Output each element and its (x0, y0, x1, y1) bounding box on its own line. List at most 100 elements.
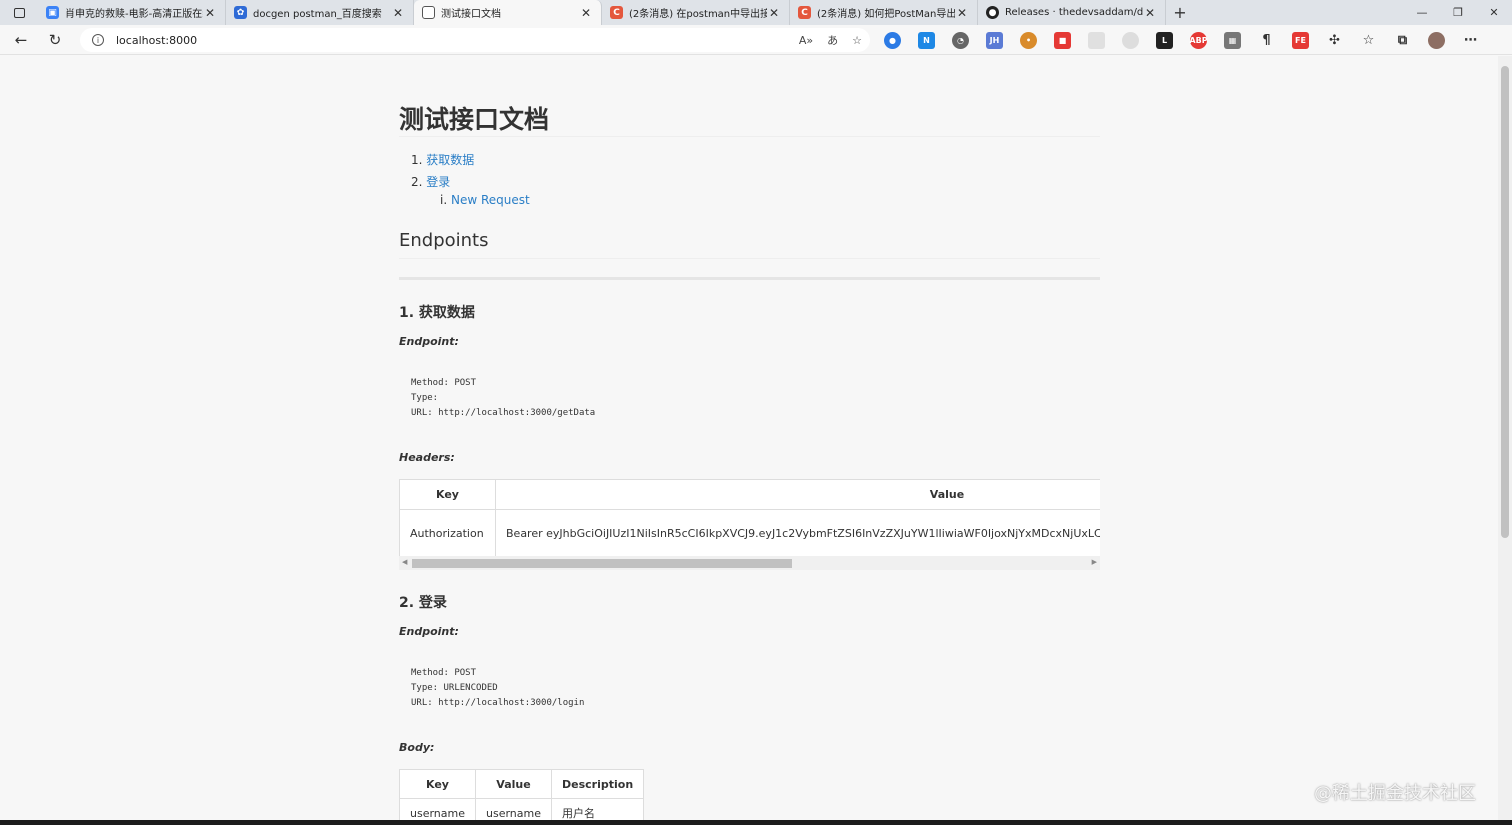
translate-icon[interactable]: あ (827, 32, 838, 48)
csdn-icon: C (798, 6, 811, 19)
reload-icon[interactable]: ↻ (38, 25, 72, 55)
extension-new-icon[interactable]: N (918, 31, 935, 49)
address-bar[interactable]: i localhost:8000 A» あ ☆ (80, 28, 870, 52)
method-line: Method: POST (411, 668, 477, 678)
close-window-icon[interactable]: ✕ (1476, 0, 1512, 25)
extension-l-icon[interactable]: L (1156, 31, 1173, 49)
column-header: Key (399, 769, 476, 799)
info-icon[interactable]: i (92, 34, 104, 46)
section-heading: 1. 获取数据 (399, 305, 475, 321)
close-tab-icon[interactable]: ✕ (955, 6, 969, 20)
taskbar-strip (0, 820, 1512, 825)
close-tab-icon[interactable]: ✕ (1143, 6, 1157, 20)
adblock-icon[interactable]: ABP (1189, 31, 1208, 49)
headers-label: Headers: (399, 451, 455, 464)
tab-title: docgen postman_百度搜索 (253, 9, 382, 20)
toc-subitem: i. New Request (411, 192, 530, 214)
toc-link-get-data[interactable]: 获取数据 (426, 153, 474, 167)
browser-toolbar: ← ↻ i localhost:8000 A» あ ☆ ● N ◔ JH • ■… (0, 25, 1512, 55)
toc-number: i. (440, 193, 448, 207)
endpoint-label: Endpoint: (399, 335, 459, 348)
close-tab-icon[interactable]: ✕ (767, 6, 781, 20)
bilibili-icon: ▣ (46, 6, 59, 19)
extension-red-icon[interactable]: ■ (1054, 31, 1071, 49)
browser-tab[interactable]: ✿ docgen postman_百度搜索 ✕ (226, 0, 414, 25)
body-table: Key Value Description username username … (399, 769, 645, 820)
extension-cookie-icon[interactable]: • (1020, 31, 1037, 49)
toc-item: 1. 获取数据 (411, 152, 530, 174)
browser-tab[interactable]: ▣ 肖申克的救赎-电影-高清正版在线 ✕ (38, 0, 226, 25)
extensions-icon[interactable]: ✣ (1326, 31, 1343, 49)
watermark: @稀土掘金技术社区 (1314, 783, 1476, 804)
minimize-icon[interactable]: — (1404, 0, 1440, 25)
endpoints-heading: Endpoints (399, 230, 489, 251)
table-cell: username (475, 798, 552, 820)
url-line: URL: http://localhost:3000/login (411, 698, 585, 708)
scroll-right-icon[interactable]: ▶ (1092, 558, 1097, 566)
table-cell: username (399, 798, 476, 820)
close-tab-icon[interactable]: ✕ (391, 6, 405, 20)
type-line: Type: (411, 393, 439, 403)
page-viewport: 测试接口文档 1. 获取数据 2. 登录 i. New Request Endp… (0, 56, 1498, 820)
close-tab-icon[interactable]: ✕ (579, 6, 593, 20)
extension-jh-icon[interactable]: JH (986, 31, 1003, 49)
close-tab-icon[interactable]: ✕ (203, 6, 217, 20)
tab-actions-icon[interactable] (0, 0, 38, 25)
endpoint-code: Method: POST Type: URLENCODED URL: http:… (411, 666, 584, 711)
github-icon: ● (986, 6, 999, 19)
tab-title: 肖申克的救赎-电影-高清正版在线 (65, 9, 203, 20)
table-row: Authorization Bearer eyJhbGciOiJIUzI1NiI… (399, 509, 1100, 558)
table-cell: 用户名 (550, 798, 645, 820)
extension-grid-icon[interactable]: ▦ (1224, 31, 1241, 49)
tab-title: 测试接口文档 (441, 9, 501, 20)
new-tab-icon[interactable]: + (1166, 0, 1194, 25)
more-menu-icon[interactable]: ⋯ (1462, 31, 1479, 49)
tab-title: (2条消息) 在postman中导出接口 (629, 9, 767, 20)
method-line: Method: POST (411, 378, 477, 388)
horizontal-scrollbar[interactable]: ◀ ▶ (399, 556, 1100, 570)
tab-strip: ▣ 肖申克的救赎-电影-高清正版在线 ✕ ✿ docgen postman_百度… (0, 0, 1512, 25)
profile-avatar-icon[interactable] (1428, 31, 1445, 49)
page-title: 测试接口文档 (399, 105, 550, 134)
url-line: URL: http://localhost:3000/getData (411, 408, 596, 418)
browser-tab-active[interactable]: 测试接口文档 ✕ (414, 0, 602, 25)
scrollbar-thumb[interactable] (412, 559, 792, 568)
divider (399, 258, 1100, 259)
toc-number: 1. (411, 153, 423, 167)
baidu-icon: ✿ (234, 6, 247, 19)
column-header: Value (495, 479, 1100, 510)
table-row: username username 用户名 (399, 798, 645, 820)
extension-fe-icon[interactable]: FE (1292, 31, 1309, 49)
collections-icon[interactable]: ⧉ (1394, 31, 1411, 49)
table-header-row: Key Value (399, 479, 1100, 510)
browser-tab[interactable]: ● Releases · thedevsaddam/docgen ✕ (978, 0, 1166, 25)
extension-shield-icon[interactable]: ● (884, 31, 901, 49)
tab-title: (2条消息) 如何把PostMan导出的 (817, 9, 955, 20)
csdn-icon: C (610, 6, 623, 19)
favorites-icon[interactable]: ☆ (1360, 31, 1377, 49)
restore-icon[interactable]: ❐ (1440, 0, 1476, 25)
column-header: Value (475, 769, 552, 799)
extension-blank-icon[interactable] (1088, 31, 1105, 49)
table-cell: Authorization (399, 509, 496, 558)
read-aloud-icon[interactable]: A» (799, 34, 813, 47)
browser-tab[interactable]: C (2条消息) 在postman中导出接口 ✕ (602, 0, 790, 25)
toc-link-new-request[interactable]: New Request (451, 193, 530, 207)
scrollbar-thumb[interactable] (1501, 66, 1509, 538)
extension-pilcrow-icon[interactable]: ¶ (1258, 31, 1275, 49)
divider (399, 136, 1100, 137)
endpoint-label: Endpoint: (399, 625, 459, 638)
table-of-contents: 1. 获取数据 2. 登录 i. New Request (411, 152, 530, 214)
extension-ghost-icon[interactable] (1122, 31, 1139, 49)
scroll-left-icon[interactable]: ◀ (402, 558, 407, 566)
vertical-scrollbar[interactable] (1498, 56, 1512, 820)
column-header: Key (399, 479, 496, 510)
toc-link-login[interactable]: 登录 (426, 175, 450, 189)
tab-title: Releases · thedevsaddam/docgen (1005, 7, 1143, 18)
column-header: Description (550, 769, 645, 799)
extension-gauge-icon[interactable]: ◔ (952, 31, 969, 49)
add-favorite-icon[interactable]: ☆ (852, 34, 862, 47)
browser-tab[interactable]: C (2条消息) 如何把PostMan导出的 ✕ (790, 0, 978, 25)
back-icon[interactable]: ← (4, 25, 38, 55)
type-line: Type: URLENCODED (411, 683, 498, 693)
